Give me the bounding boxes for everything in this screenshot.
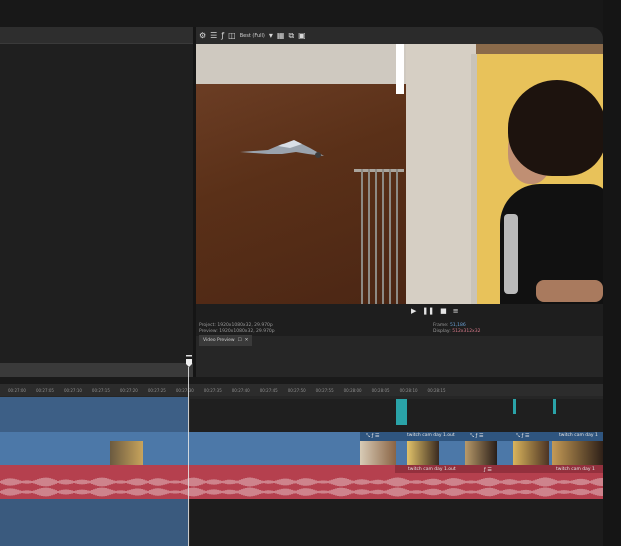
ruler-tick: 00:27:30	[175, 387, 194, 393]
person-arm	[536, 280, 603, 302]
maximize-icon[interactable]: ☐	[238, 338, 242, 343]
left-panel	[0, 43, 193, 363]
ruler-tick: 00:27:25	[147, 387, 166, 393]
display-info: Display: 512x312x32	[433, 329, 480, 334]
ruler-tick: 00:27:00	[8, 387, 26, 393]
video-thumbnail	[465, 441, 497, 465]
bird-in-flight	[240, 140, 324, 158]
ruler-tick: 00:27:20	[119, 387, 138, 393]
properties-icon[interactable]: ☰	[210, 31, 217, 40]
split-screen-icon[interactable]: ◫	[228, 31, 236, 40]
editor-window: ⚙ ☰ ƒ ◫ Best (Full) ▾ ▦ ⧉ ▣ ▶ ❚❚ ■ ≡ Pro…	[0, 27, 603, 546]
ruler-tick: 00:27:55	[315, 387, 334, 393]
video-clip-label-2: twitch cam day 1	[559, 433, 598, 438]
wall-pillar	[406, 44, 476, 304]
video-thumbnail	[407, 441, 439, 465]
clip-icons-1[interactable]: ⤡ ƒ ☰	[366, 433, 379, 439]
preview-res-info: Preview: 1920x1080x32, 29.970p	[199, 329, 275, 334]
left-panel-header	[0, 27, 193, 44]
stop-icon[interactable]: ■	[440, 308, 447, 315]
ruler-tick: 00:28:05	[371, 387, 390, 393]
display-label: Display:	[433, 329, 451, 334]
ruler-tick: 00:27:40	[231, 387, 250, 393]
frame-label: Frame:	[433, 323, 449, 328]
audio-clip-label-2: twitch cam day 1	[556, 467, 595, 472]
ruler-tick: 00:28:10	[399, 387, 418, 393]
ruler-tick: 00:28:15	[427, 387, 446, 393]
shirt-print	[504, 214, 518, 294]
close-icon[interactable]: ✕	[245, 338, 249, 343]
audio-waveform	[0, 477, 603, 497]
frame-value: 51,186	[449, 323, 466, 328]
playhead-handle[interactable]	[186, 355, 192, 367]
fx-icon[interactable]: ƒ	[221, 31, 224, 40]
grid-icon[interactable]: ▦	[277, 31, 285, 40]
project-value: 1920x1080x32, 29.970p	[217, 323, 273, 328]
railing	[356, 169, 401, 304]
preview-label: Preview:	[199, 329, 218, 334]
play-icon[interactable]: ▶	[411, 308, 416, 315]
quality-select[interactable]: Best (Full)	[240, 33, 265, 39]
marker-1[interactable]	[513, 399, 516, 414]
preview-transport: ▶ ❚❚ ■ ≡	[411, 308, 459, 315]
ruler-tick: 00:27:50	[287, 387, 306, 393]
empty-track-area[interactable]	[190, 499, 603, 546]
tab-label: Video Preview	[203, 338, 235, 343]
chevron-down-icon[interactable]: ▾	[269, 31, 273, 40]
marker-clip[interactable]	[396, 399, 407, 425]
clip-icons-3[interactable]: ⤡ ƒ ☰	[516, 433, 529, 439]
video-thumbnail	[513, 441, 549, 465]
ruler-tick: 00:27:15	[91, 387, 110, 393]
ruler-tick: 00:27:05	[35, 387, 54, 393]
audio-clip-label-1: twitch cam day 1.out	[408, 467, 456, 472]
ruler-tick: 00:27:10	[63, 387, 82, 393]
timeline-ruler[interactable]: 00:27:00 00:27:05 00:27:10 00:27:15 00:27:20…	[0, 384, 603, 396]
settings-icon[interactable]: ⚙	[199, 31, 206, 40]
save-snapshot-icon[interactable]: ▣	[298, 31, 306, 40]
selection-region-lower	[0, 499, 188, 546]
clip-icons-2[interactable]: ⤡ ƒ ☰	[470, 433, 483, 439]
menu-icon[interactable]: ≡	[453, 308, 459, 315]
video-thumbnail	[110, 441, 143, 465]
ruler-tick: 00:27:45	[259, 387, 278, 393]
left-panel-footer	[0, 363, 193, 377]
video-preview	[196, 44, 603, 304]
tab-video-preview[interactable]: Video Preview ☐ ✕	[199, 335, 253, 346]
ruler-tick: 00:28:00	[343, 387, 362, 393]
light-strip	[396, 44, 404, 94]
waveform-path	[0, 477, 603, 497]
preview-info-bar: ▶ ❚❚ ■ ≡ Project: 1920x1080x32, 29.970p …	[196, 304, 603, 336]
video-thumbnail	[360, 441, 396, 465]
ruler-tick: 00:27:35	[203, 387, 222, 393]
playhead-line[interactable]	[188, 367, 189, 546]
window-edge	[603, 0, 621, 546]
pause-icon[interactable]: ❚❚	[422, 308, 434, 315]
video-clip-label-1: twitch cam day 1.out	[407, 433, 455, 438]
person-hair	[508, 80, 603, 176]
project-info: Project: 1920x1080x32, 29.970p	[199, 323, 273, 328]
timeline-separator[interactable]	[0, 377, 603, 384]
display-value: 512x312x32	[452, 329, 481, 334]
video-thumbnail	[552, 441, 603, 465]
marker-2[interactable]	[553, 399, 556, 414]
frame-info: Frame: 51,186	[433, 323, 466, 328]
project-label: Project:	[199, 323, 216, 328]
preview-value: 1920x1080x32, 29.970p	[219, 329, 275, 334]
audio-clip-icons[interactable]: ƒ ☰	[484, 467, 492, 473]
preview-toolbar: ⚙ ☰ ƒ ◫ Best (Full) ▾ ▦ ⧉ ▣	[196, 27, 603, 44]
copy-snapshot-icon[interactable]: ⧉	[288, 31, 294, 40]
